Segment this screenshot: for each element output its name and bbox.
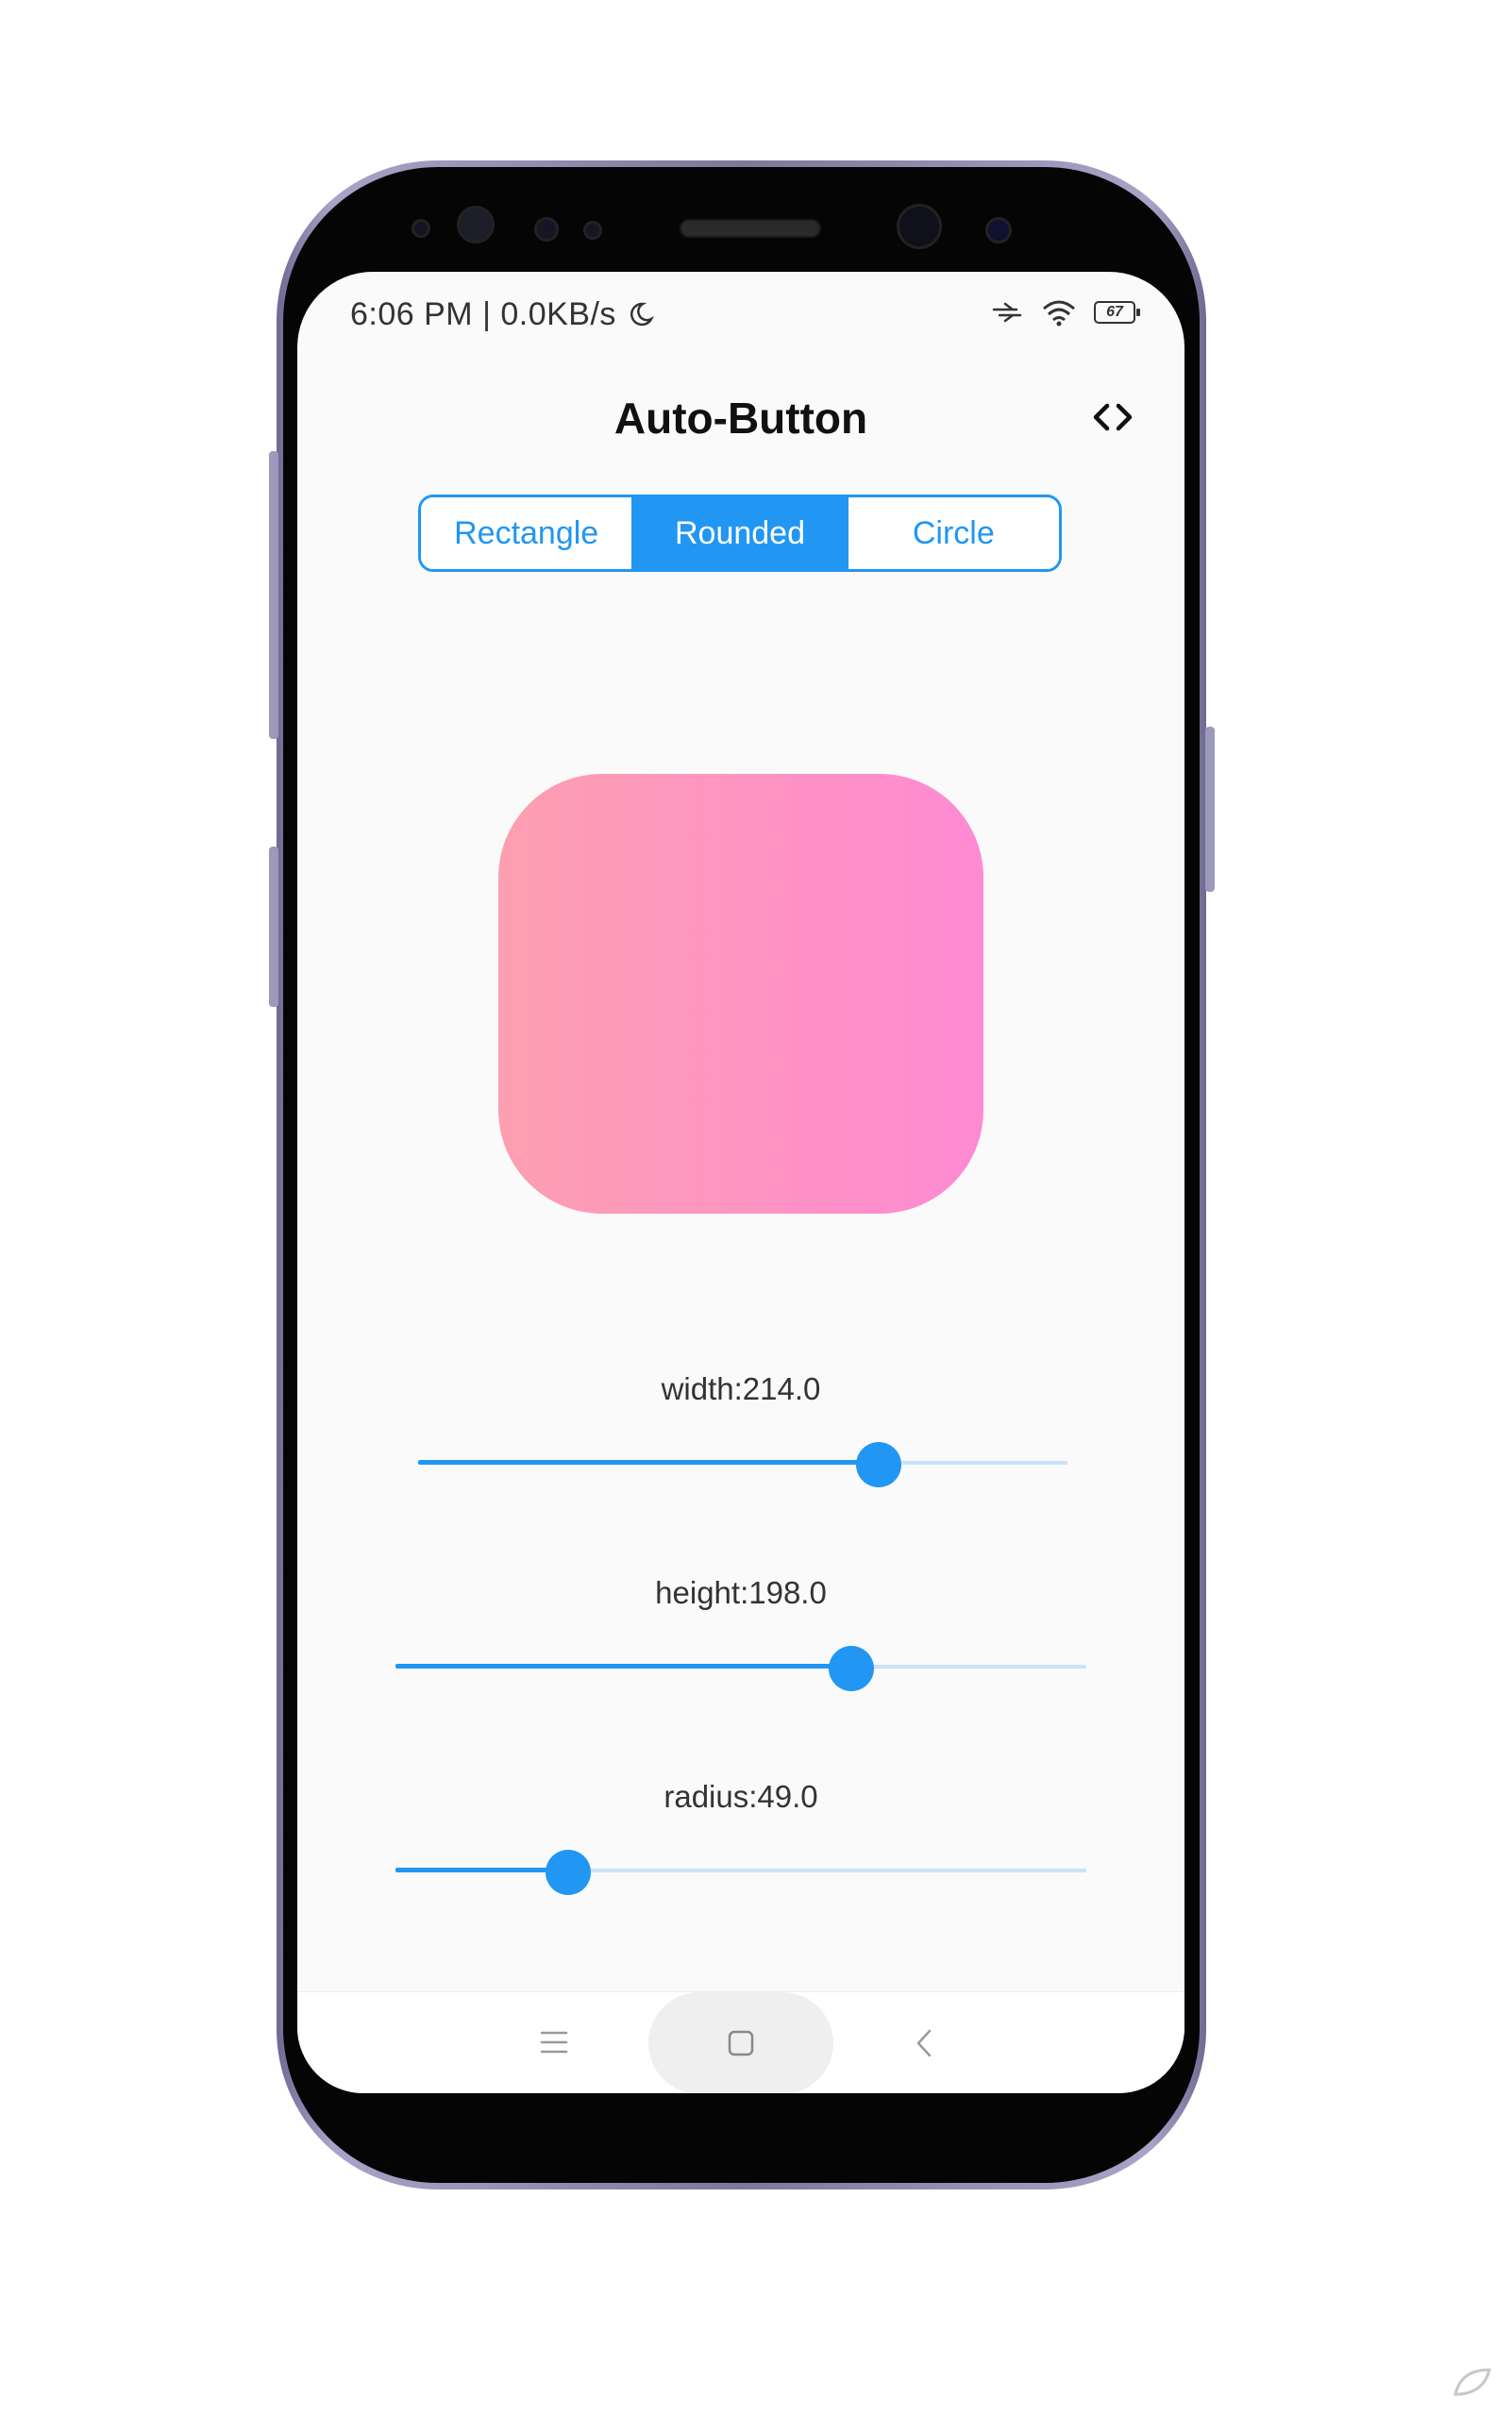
width-label: width:214.0 [661,1371,821,1406]
wifi-icon [1043,300,1075,327]
page-title: Auto-Button [613,394,868,443]
moon-icon [630,302,654,327]
power-button [1205,727,1215,892]
height-slider-fill [395,1664,852,1669]
system-nav-bar [297,1991,1184,2093]
width-slider-thumb[interactable] [856,1442,902,1487]
height-slider-thumb[interactable] [829,1646,875,1691]
earpiece-speaker [680,219,821,238]
battery-icon: 67 [1094,301,1140,324]
tab-rounded[interactable]: Rounded [634,497,848,569]
app-screen: 6:06 PM | 0.0KB/s 67 Auto-Button Rectang… [297,272,1184,2093]
proximity-sensor [534,217,559,242]
height-label: height:198.0 [655,1575,827,1610]
radius-label: radius:49.0 [664,1779,818,1814]
light-sensor [583,221,602,240]
leaf-logo-icon [1453,2368,1491,2396]
app-bar: Auto-Button [297,376,1184,461]
auto-button-preview[interactable] [498,774,983,1214]
volume-down-button [269,847,278,1007]
radius-slider-thumb[interactable] [546,1850,591,1895]
front-camera [897,204,942,249]
radius-slider-fill [395,1868,568,1872]
code-icon[interactable] [1086,396,1139,438]
tab-rectangle[interactable]: Rectangle [421,497,635,569]
height-slider[interactable] [395,1646,1086,1691]
menu-icon[interactable] [539,2028,569,2056]
status-icons: 67 [992,298,1140,327]
iris-sensor [457,206,495,243]
status-bar: 6:06 PM | 0.0KB/s 67 [297,272,1184,357]
radius-slider[interactable] [395,1850,1086,1895]
home-icon[interactable] [726,2028,756,2058]
back-icon[interactable] [913,2028,935,2058]
width-slider[interactable] [418,1442,1067,1487]
width-slider-fill [418,1460,880,1465]
airplane-icon [992,302,1022,323]
site-watermark-logo [1452,2363,1493,2403]
shape-selector: Rectangle Rounded Circle [418,495,1062,572]
tab-circle[interactable]: Circle [848,497,1059,569]
front-camera-secondary [985,217,1012,243]
sensor-dot [412,219,430,238]
battery-level: 67 [1106,304,1123,320]
volume-up-button [269,451,278,739]
status-time-speed: 6:06 PM | 0.0KB/s [350,296,654,333]
